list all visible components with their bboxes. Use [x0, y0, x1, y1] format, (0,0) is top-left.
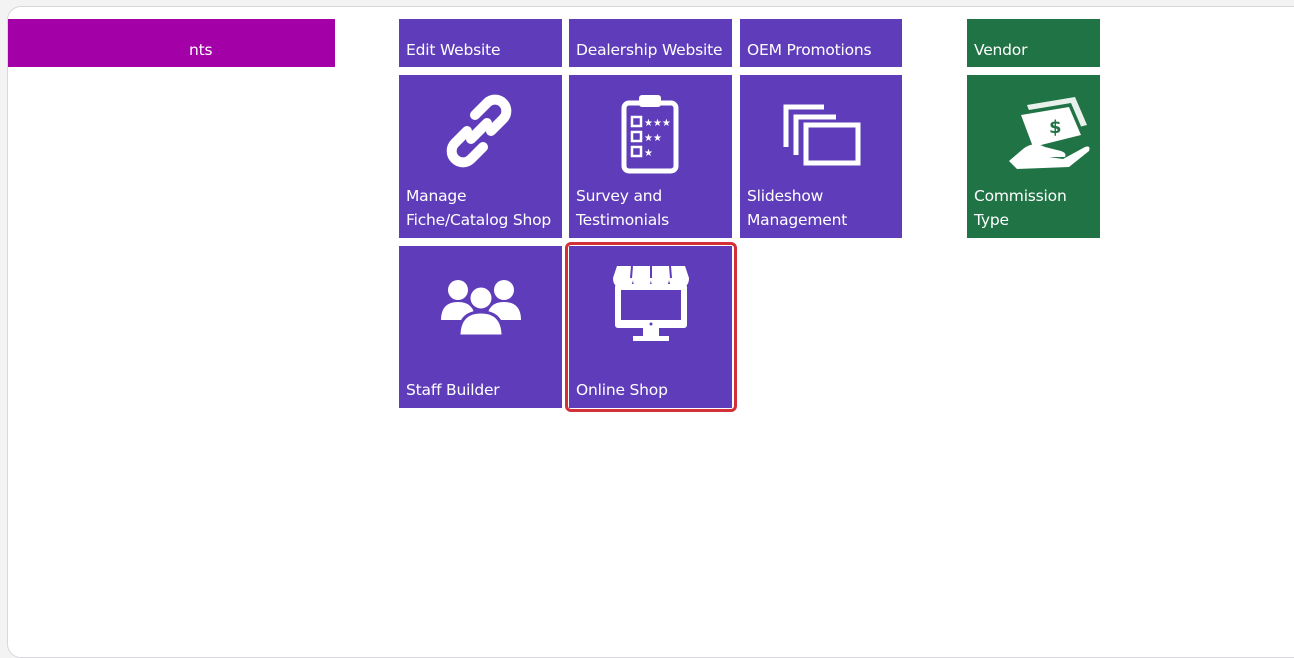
tile-label: OEM Promotions — [747, 41, 872, 59]
svg-text:★: ★ — [644, 148, 653, 159]
tile-label: Vendor — [974, 41, 1028, 59]
tile-dealership-website[interactable]: Dealership Website — [569, 19, 732, 67]
tile-online-shop[interactable]: Online Shop — [569, 246, 732, 408]
tile-vendor[interactable]: Vendor — [967, 19, 1100, 67]
svg-text:$: $ — [1049, 117, 1062, 138]
tile-edit-website[interactable]: Edit Website — [399, 19, 562, 67]
tile-partial-left[interactable]: nts — [8, 19, 335, 67]
storefront-monitor-icon — [613, 265, 689, 341]
clipboard-rating-icon: ★★★ ★★ ★ — [621, 95, 679, 174]
tile-manage-fiche-catalog-shop[interactable]: Manage Fiche/Catalog Shop — [399, 75, 562, 238]
svg-text:★★: ★★ — [644, 133, 662, 144]
link-icon — [446, 94, 512, 168]
tile-label: Dealership Website — [576, 41, 723, 59]
tile-survey-and-testimonials[interactable]: ★★★ ★★ ★ Survey and Testimonials — [569, 75, 732, 238]
tile-label: Commission Type — [974, 187, 1067, 229]
tile-staff-builder[interactable]: Staff Builder — [399, 246, 562, 408]
tile-slideshow-management[interactable]: Slideshow Management — [740, 75, 902, 238]
svg-text:★★★: ★★★ — [644, 118, 671, 129]
tile-commission-type[interactable]: $ Commission Type — [967, 75, 1100, 238]
content-panel: nts Edit Website Dealership Website OEM … — [7, 6, 1294, 658]
tile-label: Survey and Testimonials — [576, 187, 670, 229]
tile-label: Online Shop — [576, 381, 668, 399]
slides-icon — [783, 104, 861, 166]
tile-label: Slideshow Management — [747, 187, 848, 229]
tile-label: Staff Builder — [406, 381, 500, 399]
tile-oem-promotions[interactable]: OEM Promotions — [740, 19, 902, 67]
tile-label: Edit Website — [406, 41, 501, 59]
people-group-icon — [441, 280, 521, 336]
tile-label: Manage Fiche/Catalog Shop — [406, 187, 552, 229]
money-hand-icon: $ — [1009, 97, 1090, 169]
tile-label: nts — [189, 41, 213, 59]
